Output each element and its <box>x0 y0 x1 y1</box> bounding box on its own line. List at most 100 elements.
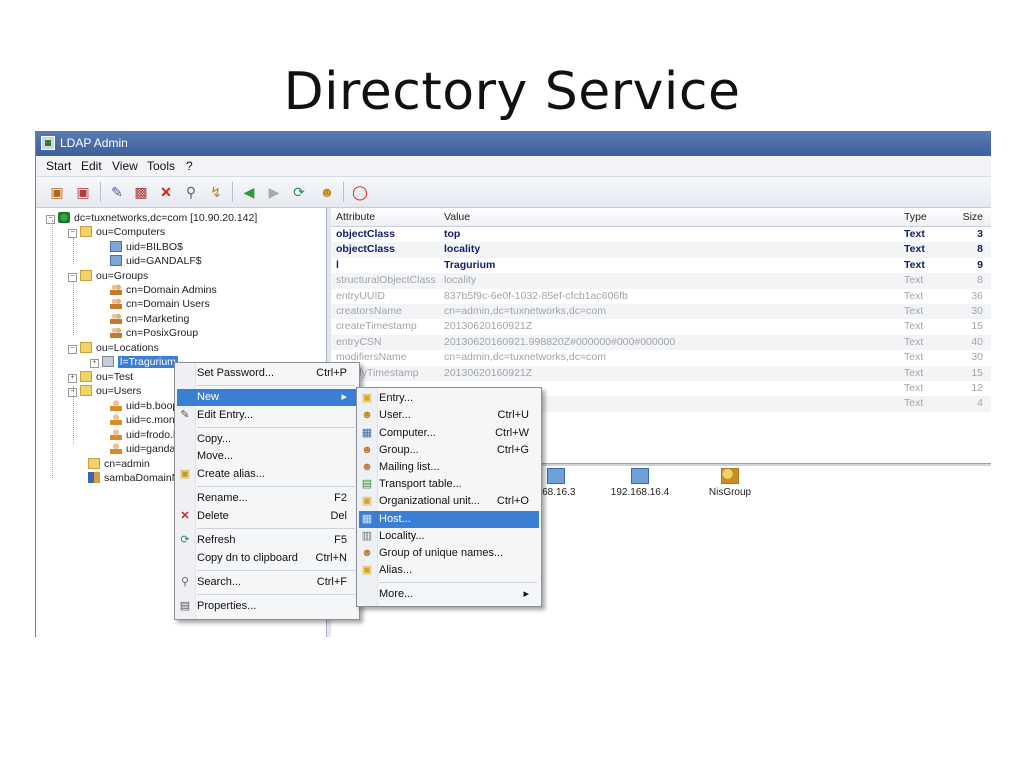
submenu-organizational-unit[interactable]: ▣ Organizational unit... Ctrl+O <box>359 493 539 510</box>
search-icon: ⚲ <box>180 576 190 588</box>
context-menu: Set Password... Ctrl+P New ▸ ✎ Edit Entry..… <box>174 362 360 620</box>
menu-create-alias[interactable]: ▣ Create alias... <box>177 466 357 483</box>
submenu-locality[interactable]: ▥ Locality... <box>359 528 539 545</box>
tree-samba-domain[interactable]: sambaDomainN <box>88 471 179 485</box>
collapse-icon[interactable]: − <box>68 388 77 397</box>
menu-rename[interactable]: Rename... F2 <box>177 490 357 507</box>
edit-icon[interactable]: ✎ <box>108 183 126 201</box>
properties-icon: ▤ <box>179 600 191 612</box>
delete-icon[interactable]: ✕ <box>157 183 175 201</box>
search-icon[interactable]: ⚲ <box>182 183 200 201</box>
tree-ou-groups[interactable]: − ou=Groups <box>68 269 148 283</box>
tree-cn-posixgroup[interactable]: cn=PosixGroup <box>110 326 198 340</box>
tree-cn-marketing[interactable]: cn=Marketing <box>110 312 189 326</box>
tree-l-tragurium[interactable]: + l=Tragurium <box>90 355 178 369</box>
menu-new[interactable]: New ▸ <box>177 389 357 406</box>
connect-icon[interactable]: ▣ <box>48 183 66 201</box>
tree-cn-domain-admins[interactable]: cn=Domain Admins <box>110 283 217 297</box>
exit-icon[interactable]: ◯ <box>351 183 369 201</box>
submenu-transport-table[interactable]: ▤ Transport table... <box>359 476 539 493</box>
folder-icon <box>80 226 92 237</box>
nisgroup-item[interactable]: NisGroup <box>695 468 765 498</box>
computer-icon: ▦ <box>361 427 373 439</box>
submenu-more[interactable]: More... ▸ <box>359 586 539 603</box>
table-row[interactable]: objectClass locality Text 8 <box>331 242 991 258</box>
samba-icon <box>88 472 100 483</box>
menu-tools[interactable]: Tools <box>147 159 175 173</box>
mailing-list-icon: ☻ <box>361 461 373 473</box>
collapse-icon[interactable]: − <box>68 273 77 282</box>
collapse-icon[interactable]: − <box>46 215 55 224</box>
forward-icon[interactable]: ▶ <box>265 183 283 201</box>
menu-refresh[interactable]: ⟳ Refresh F5 <box>177 532 357 549</box>
computer-icon <box>110 241 122 252</box>
tree-ou-test[interactable]: + ou=Test <box>68 370 133 384</box>
menu-bar: Start Edit View Tools ? <box>36 156 991 177</box>
submenu-computer[interactable]: ▦ Computer... Ctrl+W <box>359 425 539 442</box>
folder-icon: ▣ <box>361 495 373 507</box>
menu-help[interactable]: ? <box>186 159 193 173</box>
menu-delete[interactable]: ✕ Delete Del <box>177 508 357 525</box>
host-item[interactable]: 192.168.16.4 <box>605 468 675 498</box>
tree-cn-admin[interactable]: cn=admin <box>88 457 150 471</box>
submenu-host[interactable]: ▦ Host... <box>359 511 539 528</box>
menu-view[interactable]: View <box>112 159 138 173</box>
menu-copy[interactable]: Copy... <box>177 431 357 448</box>
menu-copy-dn[interactable]: Copy dn to clipboard Ctrl+N <box>177 550 357 567</box>
table-row[interactable]: modifiersName cn=admin,dc=tuxnetworks,dc=… <box>331 350 991 365</box>
user-icon[interactable]: ☻ <box>318 183 336 201</box>
lightning-icon[interactable]: ↯ <box>207 183 225 201</box>
folder-icon <box>80 371 92 382</box>
menu-set-password[interactable]: Set Password... Ctrl+P <box>177 365 357 382</box>
tree-ou-computers[interactable]: − ou=Computers <box>68 225 165 239</box>
collapse-icon[interactable]: − <box>68 229 77 238</box>
tree-uid-frodo[interactable]: uid=frodo.b <box>110 428 179 442</box>
submenu-entry[interactable]: ▣ Entry... <box>359 390 539 407</box>
table-row[interactable]: entryCSN 20130620160921.998820Z#000000#00… <box>331 334 991 351</box>
table-row[interactable]: modifyTimestamp 20130620160921Z Text 15 <box>331 365 991 381</box>
transport-table-icon: ▤ <box>361 478 373 490</box>
tree-uid-gandal[interactable]: uid=gandal <box>110 442 178 456</box>
header-size[interactable]: Size <box>963 211 983 223</box>
menu-search[interactable]: ⚲ Search... Ctrl+F <box>177 574 357 591</box>
table-row[interactable]: structuralObjectClass locality Text 8 <box>331 273 991 289</box>
tree-ou-users[interactable]: − ou=Users <box>68 384 141 398</box>
menu-properties[interactable]: ▤ Properties... <box>177 598 357 615</box>
submenu-mailing-list[interactable]: ☻ Mailing list... <box>359 459 539 476</box>
menu-start[interactable]: Start <box>46 159 71 173</box>
tree-uid-boop[interactable]: uid=b.boop <box>110 399 178 413</box>
tree-root[interactable]: − dc=tuxnetworks,dc=com [10.90.20.142] <box>46 211 257 225</box>
group-icon <box>110 327 122 338</box>
table-row[interactable]: createTimestamp 20130620160921Z Text 15 <box>331 319 991 334</box>
disconnect-icon[interactable]: ▣ <box>74 183 92 201</box>
header-type[interactable]: Type <box>904 211 927 223</box>
tree-uid-cmon[interactable]: uid=c.mon <box>110 413 175 427</box>
tree-cn-domain-users[interactable]: cn=Domain Users <box>110 297 210 311</box>
submenu-alias[interactable]: ▣ Alias... <box>359 562 539 579</box>
header-value[interactable]: Value <box>444 211 470 223</box>
table-row[interactable]: objectClass top Text 3 <box>331 227 991 242</box>
header-attribute[interactable]: Attribute <box>336 211 375 223</box>
computer-icon <box>110 255 122 266</box>
menu-move[interactable]: Move... <box>177 448 357 465</box>
refresh-icon[interactable]: ⟳ <box>290 183 308 201</box>
expand-icon[interactable]: + <box>90 359 99 368</box>
table-row[interactable]: l Tragurium Text 9 <box>331 258 991 273</box>
submenu-user[interactable]: ☻ User... Ctrl+U <box>359 407 539 424</box>
save-icon[interactable]: ▩ <box>132 183 150 201</box>
user-icon <box>110 443 122 454</box>
tree-uid-gandalf[interactable]: uid=GANDALF$ <box>110 254 202 268</box>
back-icon[interactable]: ◀ <box>240 183 258 201</box>
menu-edit-entry[interactable]: ✎ Edit Entry... <box>177 407 357 424</box>
collapse-icon[interactable]: − <box>68 345 77 354</box>
table-row[interactable]: entryUUID 837b5f9c-6e0f-1032-85ef-cfcb1ac… <box>331 289 991 304</box>
tree-ou-locations[interactable]: − ou=Locations <box>68 341 159 355</box>
menu-edit[interactable]: Edit <box>81 159 102 173</box>
tree-uid-bilbo[interactable]: uid=BILBO$ <box>110 240 183 254</box>
submenu-group[interactable]: ☻ Group... Ctrl+G <box>359 442 539 459</box>
toolbar-separator <box>100 182 101 202</box>
table-row[interactable]: creatorsName cn=admin,dc=tuxnetworks,dc=c… <box>331 304 991 320</box>
submenu-group-unique-names[interactable]: ☻ Group of unique names... <box>359 545 539 562</box>
folder-icon <box>80 342 92 353</box>
expand-icon[interactable]: + <box>68 374 77 383</box>
